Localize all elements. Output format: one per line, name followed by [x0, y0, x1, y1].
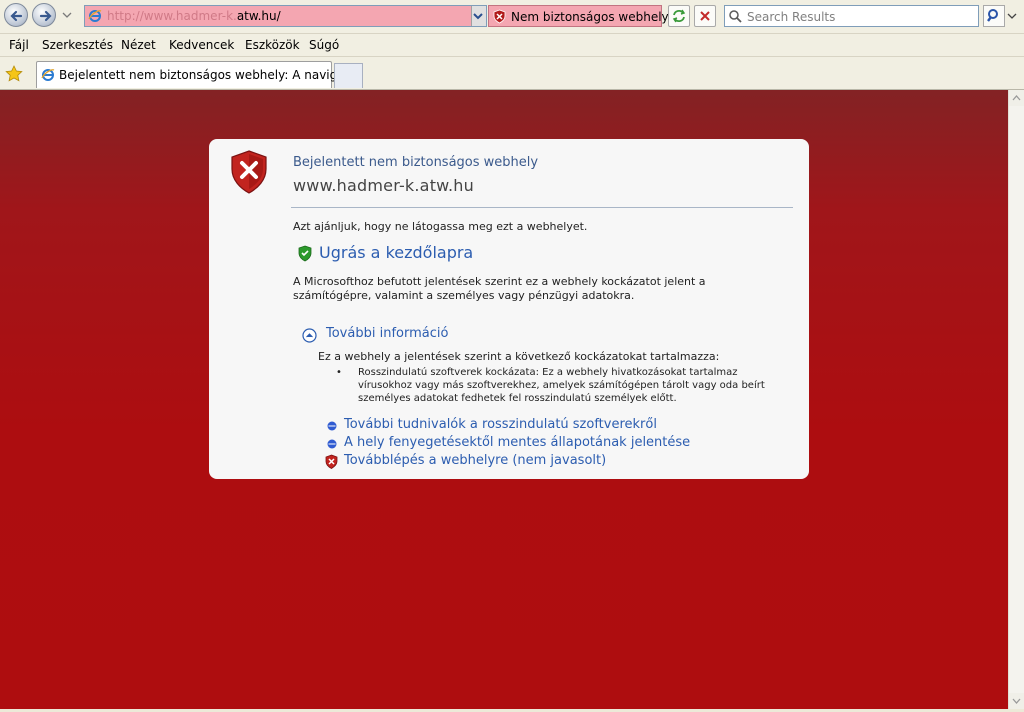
divider — [291, 207, 793, 208]
refresh-icon — [672, 9, 686, 23]
scroll-down-button[interactable] — [1009, 693, 1024, 709]
menu-view[interactable]: Nézet — [121, 38, 156, 52]
menu-tools[interactable]: Eszközök — [245, 38, 300, 52]
stop-icon — [700, 11, 710, 21]
menu-bar: Fájl Szerkesztés Nézet Kedvencek Eszközö… — [0, 34, 1024, 57]
report-safe-link[interactable]: A hely fenyegetésektől mentes állapotána… — [344, 435, 690, 450]
back-arrow-icon — [10, 10, 23, 22]
address-strong: atw.hu/ — [236, 9, 281, 23]
magnifier-icon — [987, 9, 998, 22]
search-icon — [729, 10, 742, 23]
blue-bullet-icon — [327, 439, 337, 449]
menu-edit[interactable]: Szerkesztés — [42, 38, 113, 52]
search-go-button[interactable] — [983, 5, 1005, 27]
shield-x-icon — [493, 9, 506, 24]
new-tab-button[interactable] — [334, 63, 363, 88]
continue-to-site-link[interactable]: Továbblépés a webhelyre (nem javasolt) — [344, 453, 606, 468]
recommendation-text: Azt ajánljuk, hogy ne látogassa meg ezt … — [293, 220, 588, 233]
address-bar[interactable]: http://www.hadmer-k.atw.hu/ — [84, 5, 487, 27]
search-options-dropdown-icon[interactable] — [1007, 11, 1017, 21]
address-text: http://www.hadmer-k.atw.hu/ — [107, 9, 281, 23]
forward-button[interactable] — [32, 3, 56, 27]
panel-title: Bejelentett nem biztonságos webhely — [293, 155, 539, 170]
risk-item-text: Rosszindulatú szoftverek kockázata: Ez a… — [358, 367, 765, 404]
security-status-button[interactable]: Nem biztonságos webhely — [488, 5, 669, 27]
back-button[interactable] — [4, 3, 28, 27]
more-info-toggle[interactable]: További információ — [326, 326, 448, 341]
menu-file[interactable]: Fájl — [9, 38, 29, 52]
risk-intro: Ez a webhely a jelentések szerint a köve… — [318, 350, 720, 363]
refresh-button[interactable] — [668, 5, 690, 27]
address-toolbar: http://www.hadmer-k.atw.hu/ Nem biztonsá… — [0, 0, 1024, 34]
scroll-up-button[interactable] — [1009, 90, 1024, 106]
blocked-site-url: www.hadmer-k.atw.hu — [293, 176, 474, 195]
forward-arrow-icon — [39, 10, 52, 22]
go-home-link[interactable]: Ugrás a kezdőlapra — [319, 243, 473, 262]
green-shield-icon — [298, 245, 312, 262]
ie-page-icon — [88, 10, 102, 22]
scroll-up-arrow-icon — [1012, 95, 1021, 101]
tab-title: Bejelentett nem biztonságos webhely: A n… — [59, 68, 349, 82]
menu-favorites[interactable]: Kedvencek — [169, 38, 234, 52]
shield-x-icon — [325, 454, 338, 469]
search-placeholder: Search Results — [747, 10, 836, 24]
address-dropdown-button[interactable] — [471, 6, 486, 26]
address-faded: http://www.hadmer-k. — [107, 9, 237, 23]
tab-active[interactable]: Bejelentett nem biztonságos webhely: A n… — [36, 61, 349, 88]
bullet-icon: • — [336, 367, 342, 378]
menu-help[interactable]: Súgó — [309, 38, 339, 52]
search-box[interactable]: Search Results — [724, 5, 979, 27]
favorites-star-icon[interactable] — [5, 65, 23, 82]
ie-tab-icon — [41, 69, 55, 81]
report-description: A Microsofthoz befutott jelentések szeri… — [293, 275, 706, 302]
stop-button[interactable] — [694, 5, 716, 27]
collapse-up-icon[interactable] — [302, 328, 317, 343]
tab-bar: Bejelentett nem biztonságos webhely: A n… — [0, 57, 1024, 90]
shield-x-icon — [231, 150, 267, 194]
warning-panel: Bejelentett nem biztonságos webhely www.… — [209, 139, 809, 479]
scroll-down-arrow-icon — [1012, 698, 1021, 704]
chevron-down-icon — [473, 13, 483, 20]
recent-pages-dropdown-icon[interactable] — [62, 8, 72, 22]
blue-bullet-icon — [327, 421, 337, 431]
vertical-scrollbar[interactable] — [1008, 90, 1024, 709]
security-status-text: Nem biztonságos webhely — [511, 10, 669, 24]
malware-info-link[interactable]: További tudnivalók a rosszindulatú szoft… — [344, 417, 657, 432]
